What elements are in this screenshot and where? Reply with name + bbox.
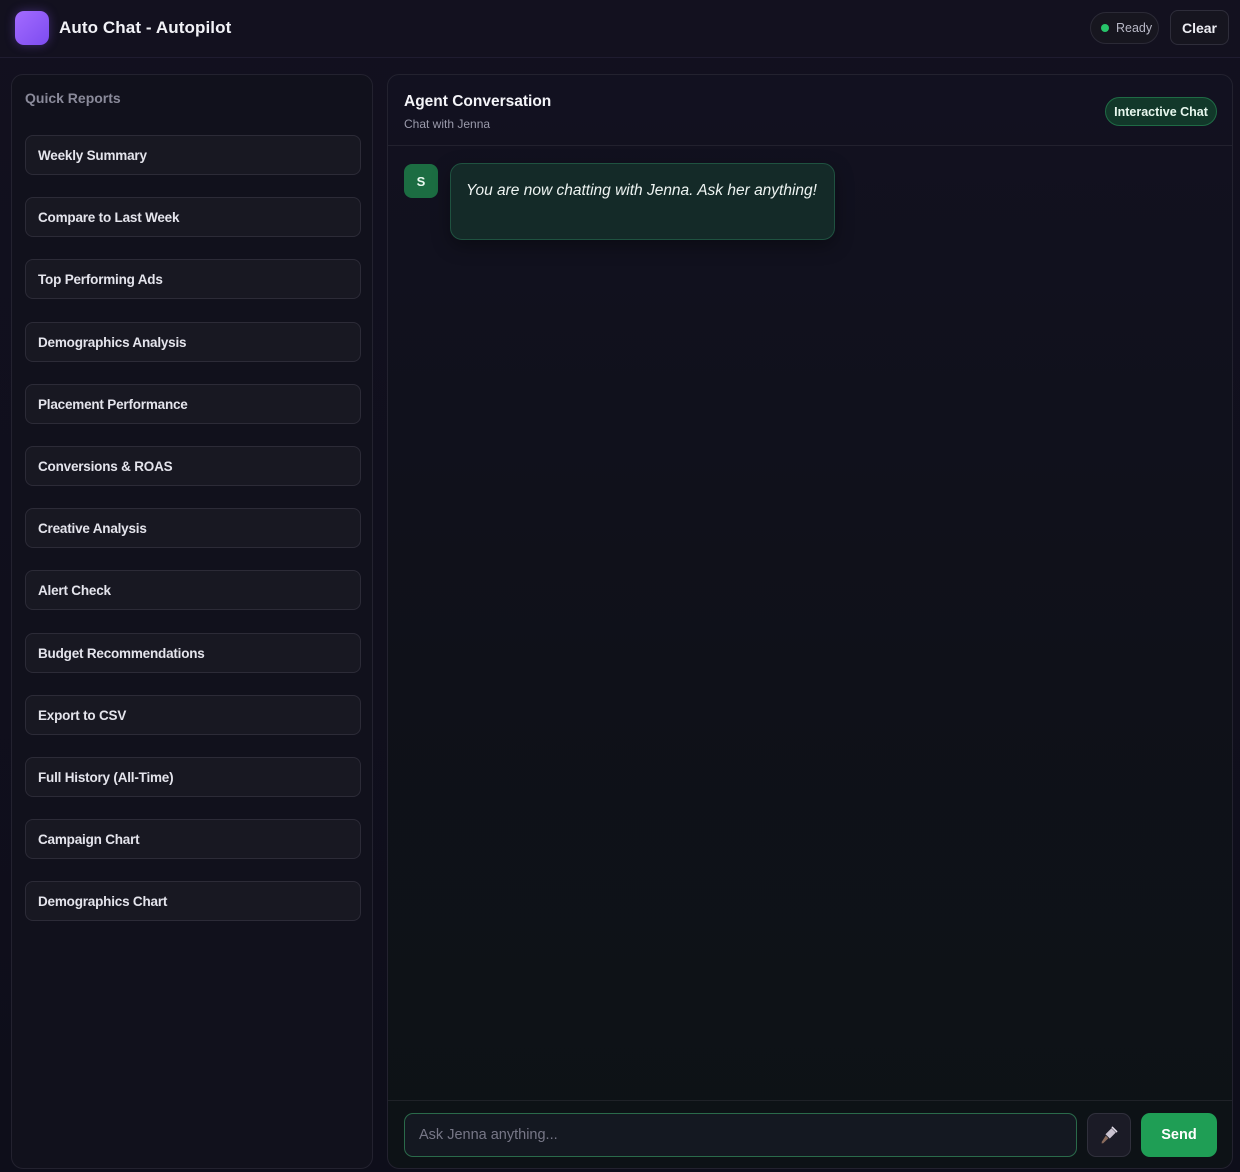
sidebar-item-label: Demographics Analysis [38,334,187,350]
sidebar-item-campaign-chart[interactable]: Campaign Chart [25,819,361,859]
sidebar-item-label: Weekly Summary [38,147,147,163]
status-dot-icon [1101,24,1109,32]
chat-input[interactable] [404,1113,1077,1157]
sidebar-item-label: Export to CSV [38,707,127,723]
conversation-title: Agent Conversation [404,93,552,110]
sidebar-item-placement-performance[interactable]: Placement Performance [25,384,361,424]
conversation-panel: Agent Conversation Chat with Jenna Inter… [387,74,1233,1169]
sidebar-item-label: Placement Performance [38,396,188,412]
sidebar-item-conversions-roas[interactable]: Conversions & ROAS [25,446,361,486]
sidebar-title: Quick Reports [25,90,121,106]
sidebar-item-demographics-chart[interactable]: Demographics Chart [25,881,361,921]
conversation-header: Agent Conversation Chat with Jenna Inter… [388,75,1232,146]
sidebar-item-label: Creative Analysis [38,520,147,536]
status-badge: Ready [1090,12,1159,44]
conversation-subtitle: Chat with Jenna [404,117,491,131]
sidebar-item-label: Alert Check [38,582,111,598]
sidebar-item-export-csv[interactable]: Export to CSV [25,695,361,735]
sidebar-item-compare-last-week[interactable]: Compare to Last Week [25,197,361,237]
status-text: Ready [1116,21,1153,35]
send-button[interactable]: Send [1141,1113,1217,1157]
logo-icon [15,11,49,45]
sidebar-item-label: Campaign Chart [38,831,140,847]
sidebar-item-label: Full History (All-Time) [38,769,174,785]
message-text: You are now chatting with Jenna. Ask her… [466,182,817,199]
sidebar-item-top-performing-ads[interactable]: Top Performing Ads [25,259,361,299]
avatar: S [404,164,438,198]
sidebar-item-label: Budget Recommendations [38,645,205,661]
sidebar-item-creative-analysis[interactable]: Creative Analysis [25,508,361,548]
sidebar-item-label: Demographics Chart [38,893,168,909]
message-bubble: You are now chatting with Jenna. Ask her… [450,163,835,240]
sidebar-item-alert-check[interactable]: Alert Check [25,570,361,610]
sidebar-item-label: Compare to Last Week [38,209,180,225]
microphone-button[interactable] [1087,1113,1131,1157]
sidebar-item-demographics-analysis[interactable]: Demographics Analysis [25,322,361,362]
sidebar-item-budget-recommendations[interactable]: Budget Recommendations [25,633,361,673]
message-composer: Send [388,1100,1232,1168]
sidebar-item-label: Top Performing Ads [38,271,163,287]
app-window: Auto Chat - Autopilot Ready Clear Quick … [0,0,1240,1172]
clear-button[interactable]: Clear [1170,10,1229,45]
mode-badge: Interactive Chat [1105,97,1217,126]
sidebar: Quick Reports Weekly Summary Compare to … [11,74,373,1169]
sidebar-item-full-history[interactable]: Full History (All-Time) [25,757,361,797]
sidebar-item-label: Conversions & ROAS [38,458,173,474]
sidebar-item-weekly-summary[interactable]: Weekly Summary [25,135,361,175]
app-title: Auto Chat - Autopilot [59,18,232,37]
microphone-icon [1101,1126,1118,1144]
top-header: Auto Chat - Autopilot Ready Clear [0,0,1240,58]
